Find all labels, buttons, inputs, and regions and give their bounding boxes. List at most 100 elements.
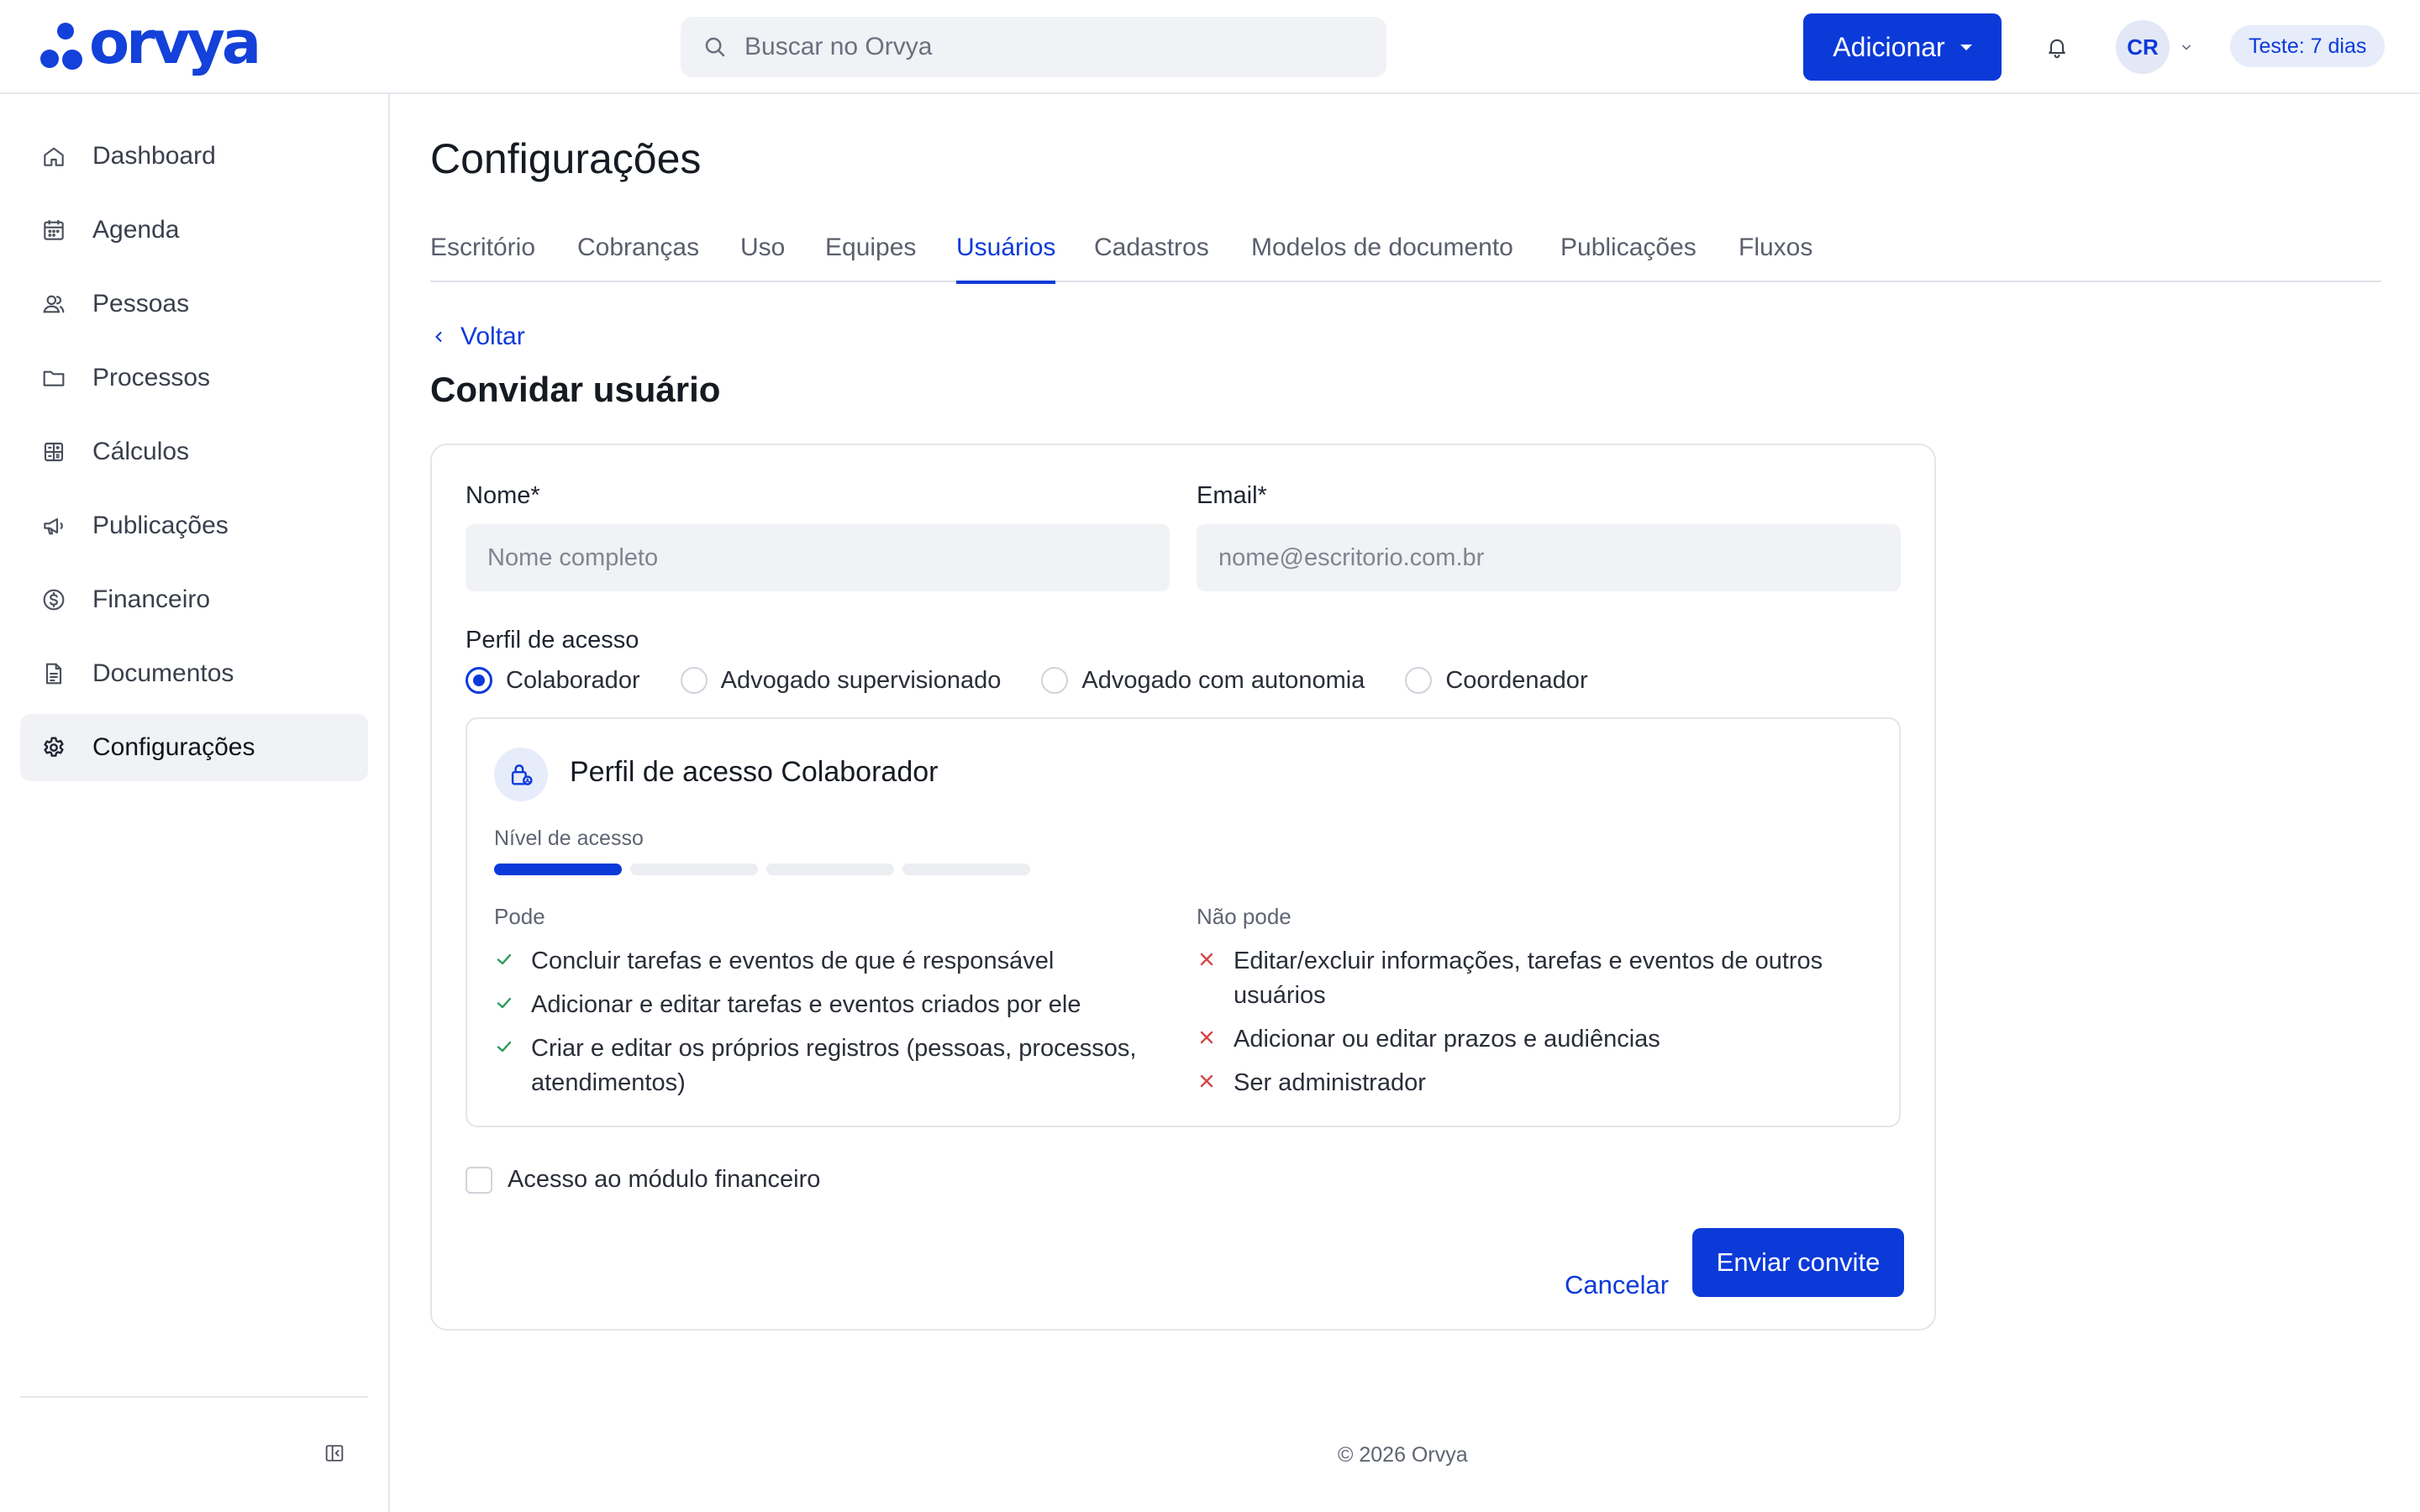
gear-icon — [44, 737, 64, 757]
add-button-label: Adicionar — [1833, 31, 1945, 62]
section-title: Convidar usuário — [430, 370, 721, 409]
can-item-text: Adicionar e editar tarefas e eventos cri… — [531, 991, 1081, 1018]
tab-modelos-de-documento[interactable]: Modelos de documento — [1251, 234, 1513, 282]
email-label: Email* — [1197, 482, 1267, 509]
calculator-icon — [44, 442, 64, 462]
cannot-title: Não pode — [1197, 904, 1292, 929]
access-level-segment — [766, 864, 894, 875]
orvya-logo[interactable]: orvya — [39, 13, 261, 76]
name-input[interactable] — [466, 524, 1170, 591]
can-list: Concluir tarefas e eventos de que é resp… — [494, 944, 1158, 1110]
check-icon — [497, 1041, 512, 1053]
tab-usuarios[interactable]: Usuários — [956, 234, 1056, 284]
tab-fluxos[interactable]: Fluxos — [1739, 234, 1812, 282]
name-label: Nome* — [466, 482, 540, 509]
radio-coordenador[interactable]: Coordenador — [1405, 666, 1588, 695]
tab-equipes[interactable]: Equipes — [825, 234, 916, 282]
access-level-segment — [630, 864, 758, 875]
tab-publicacoes[interactable]: Publicações — [1560, 234, 1697, 282]
chevron-down-icon[interactable] — [2178, 39, 2195, 55]
sidebar-item-calculos[interactable]: Cálculos — [20, 418, 368, 486]
sidebar-item-label: Agenda — [92, 216, 180, 244]
x-icon — [1200, 1031, 1213, 1044]
tab-escritorio[interactable]: Escritório — [430, 234, 535, 282]
radio-label: Colaborador — [506, 666, 640, 694]
x-icon — [1200, 953, 1213, 966]
can-item: Concluir tarefas e eventos de que é resp… — [494, 944, 1158, 979]
sidebar-item-label: Configurações — [92, 733, 255, 761]
finance-access-checkbox[interactable]: Acesso ao módulo financeiro — [466, 1166, 820, 1194]
finance-access-label: Acesso ao módulo financeiro — [508, 1166, 821, 1193]
search-icon — [705, 37, 725, 57]
collapse-sidebar-icon[interactable] — [319, 1438, 350, 1468]
home-icon — [44, 147, 64, 166]
megaphone-icon — [44, 517, 63, 535]
caret-down-icon — [1960, 44, 1972, 50]
tab-cobrancas[interactable]: Cobranças — [577, 234, 699, 282]
send-invite-button[interactable]: Enviar convite — [1692, 1228, 1904, 1297]
settings-tabs: Escritório Cobranças Uso Equipes Usuário… — [430, 227, 2381, 284]
email-input[interactable] — [1197, 524, 1901, 591]
back-link-label: Voltar — [460, 323, 525, 350]
cancel-button[interactable]: Cancelar — [1565, 1252, 1669, 1319]
can-item: Criar e editar os próprios registros (pe… — [494, 1032, 1158, 1100]
sidebar-item-label: Processos — [92, 364, 211, 391]
can-item-text: Concluir tarefas e eventos de que é resp… — [531, 948, 1055, 974]
radio-advogado-supervisionado[interactable]: Advogado supervisionado — [680, 666, 1002, 695]
x-icon — [1200, 1074, 1213, 1088]
checkbox-indicator[interactable] — [466, 1166, 492, 1194]
sidebar-item-agenda[interactable]: Agenda — [20, 197, 368, 264]
access-level-segment — [494, 864, 622, 875]
sidebar-item-label: Documentos — [92, 659, 234, 687]
logo-wordmark: orvya — [89, 8, 261, 77]
search-input[interactable] — [744, 33, 1383, 61]
trial-badge[interactable]: Teste: 7 dias — [2230, 25, 2386, 67]
sidebar-item-label: Cálculos — [92, 438, 190, 465]
tab-cadastros[interactable]: Cadastros — [1094, 234, 1209, 282]
page-title: Configurações — [430, 135, 702, 182]
back-link[interactable]: Voltar — [430, 323, 525, 351]
sidebar-item-configuracoes[interactable]: Configurações — [20, 714, 368, 781]
sidebar-item-dashboard[interactable]: Dashboard — [20, 123, 368, 190]
radio-label: Advogado com autonomia — [1081, 666, 1365, 694]
access-level-label: Nível de acesso — [494, 827, 644, 850]
sidebar-item-financeiro[interactable]: Financeiro — [20, 566, 368, 633]
radio-indicator — [1405, 667, 1433, 694]
access-profile-summary: Perfil de acesso Colaborador Nível de ac… — [466, 717, 1901, 1127]
sidebar-divider — [20, 1396, 368, 1398]
sidebar-item-label: Financeiro — [92, 585, 211, 613]
sidebar-item-label: Dashboard — [92, 142, 216, 170]
lock-user-icon — [494, 748, 548, 801]
folder-icon — [43, 370, 65, 386]
add-button[interactable]: Adicionar — [1803, 13, 2002, 81]
radio-label: Advogado supervisionado — [720, 666, 1002, 694]
sidebar-item-publicacoes[interactable]: Publicações — [20, 492, 368, 559]
top-bar: orvya Adicionar CR Teste: 7 dias — [0, 0, 2420, 94]
tab-uso[interactable]: Uso — [740, 234, 785, 282]
calendar-icon — [44, 220, 64, 240]
cannot-item: Editar/excluir informações, tarefas e ev… — [1197, 944, 1860, 1013]
can-item: Adicionar e editar tarefas e eventos cri… — [494, 988, 1158, 1022]
invite-user-form: Nome* Email* Perfil de acesso Colaborado… — [430, 444, 1936, 1331]
sidebar-item-pessoas[interactable]: Pessoas — [20, 270, 368, 338]
sidebar-item-processos[interactable]: Processos — [20, 344, 368, 412]
can-title: Pode — [494, 904, 545, 929]
can-item-text: Criar e editar os próprios registros (pe… — [531, 1035, 1137, 1096]
user-avatar[interactable]: CR — [2116, 20, 2170, 74]
cannot-item-text: Editar/excluir informações, tarefas e ev… — [1234, 948, 1823, 1009]
access-profile-radio-group: Colaborador Advogado supervisionado Advo… — [466, 664, 1628, 697]
cannot-item-text: Adicionar ou editar prazos e audiências — [1234, 1026, 1660, 1053]
check-icon — [497, 953, 512, 965]
users-icon — [43, 295, 65, 313]
radio-colaborador[interactable]: Colaborador — [466, 667, 640, 695]
radio-indicator — [466, 667, 492, 694]
search-bar[interactable] — [681, 17, 1386, 77]
sidebar: Dashboard Agenda Pessoas Processos Cálcu… — [0, 94, 390, 1512]
cannot-item: Adicionar ou editar prazos e audiências — [1197, 1022, 1860, 1057]
radio-label: Coordenador — [1445, 666, 1588, 694]
cannot-list: Editar/excluir informações, tarefas e ev… — [1197, 944, 1860, 1110]
sidebar-item-documentos[interactable]: Documentos — [20, 640, 368, 707]
check-icon — [497, 997, 512, 1009]
notifications-bell-icon[interactable] — [2040, 30, 2074, 64]
radio-advogado-com-autonomia[interactable]: Advogado com autonomia — [1041, 667, 1365, 695]
